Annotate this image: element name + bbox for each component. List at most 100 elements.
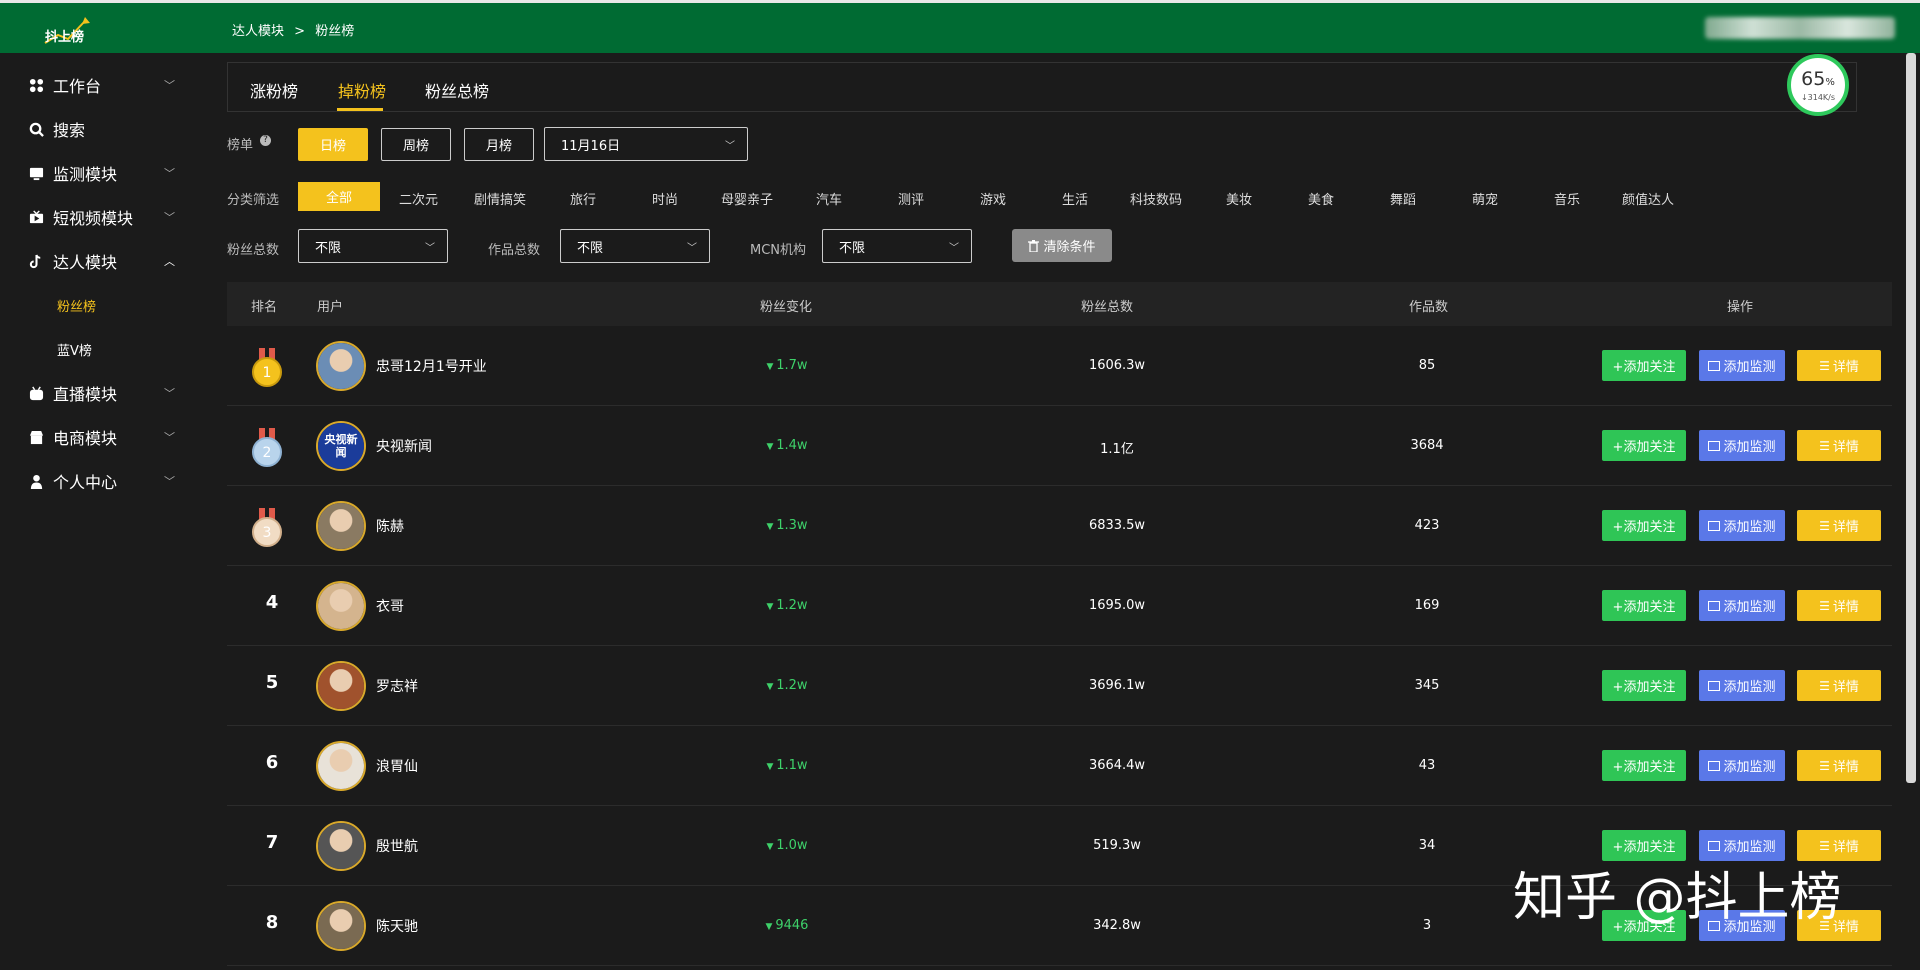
image-monitor-icon <box>1708 600 1721 611</box>
category-item[interactable]: 美妆 <box>1226 189 1252 208</box>
category-item[interactable]: 旅行 <box>570 189 596 208</box>
works-count: 169 <box>1414 598 1440 613</box>
top-bar: 抖上榜 达人模块 > 粉丝榜 <box>0 0 1920 53</box>
add-follow-button[interactable]: +添加关注 <box>1602 750 1686 781</box>
avatar[interactable]: 央视新闻 <box>316 421 366 471</box>
mcn-select[interactable]: 不限 ﹀ <box>822 229 972 263</box>
add-monitor-button[interactable]: 添加监测 <box>1699 510 1785 541</box>
table-header: 排名 用户 粉丝变化 粉丝总数 作品数 操作 <box>227 282 1892 326</box>
period-weekly-button[interactable]: 周榜 <box>381 128 451 161</box>
clear-filters-button[interactable]: 清除条件 <box>1012 229 1112 262</box>
fans-total: 3696.1w <box>1088 678 1146 693</box>
user-info-blurred[interactable] <box>1705 17 1895 39</box>
add-follow-button[interactable]: +添加关注 <box>1602 430 1686 461</box>
help-icon[interactable]: ? <box>260 135 271 146</box>
avatar[interactable] <box>316 501 366 551</box>
user-name[interactable]: 陈赫 <box>376 516 404 536</box>
sidebar-item-personal-center[interactable]: 个人中心 ﹀ <box>0 459 205 503</box>
add-monitor-button[interactable]: 添加监测 <box>1699 430 1785 461</box>
user-name[interactable]: 陈天驰 <box>376 916 418 936</box>
header-fans-total: 粉丝总数 <box>1081 300 1134 315</box>
add-monitor-label: 添加监测 <box>1723 600 1776 615</box>
sidebar-item-live[interactable]: 直播模块 ﹀ <box>0 371 205 415</box>
detail-button[interactable]: ☰ 详情 <box>1797 590 1881 621</box>
fans-change: ▼ 1.1w <box>737 758 837 773</box>
tab-fans-total[interactable]: 粉丝总榜 <box>425 78 489 102</box>
user-name[interactable]: 浪胃仙 <box>376 756 418 776</box>
category-item[interactable]: 颜值达人 <box>1622 189 1674 208</box>
add-monitor-button[interactable]: 添加监测 <box>1699 670 1785 701</box>
tab-fans-gain[interactable]: 涨粉榜 <box>250 78 298 102</box>
detail-button[interactable]: ☰ 详情 <box>1797 750 1881 781</box>
user-name[interactable]: 罗志祥 <box>376 676 418 696</box>
sidebar-item-influencer[interactable]: 达人模块 ︿ <box>0 239 205 283</box>
add-follow-button[interactable]: +添加关注 <box>1602 510 1686 541</box>
user-name[interactable]: 殷世航 <box>376 836 418 856</box>
fans-change: ▼ 9446 <box>737 918 837 933</box>
date-select[interactable]: 11月16日 ﹀ <box>544 127 748 161</box>
add-follow-button[interactable]: +添加关注 <box>1602 590 1686 621</box>
sidebar-item-ecommerce[interactable]: 电商模块 ﹀ <box>0 415 205 459</box>
user-name[interactable]: 衣哥 <box>376 596 404 616</box>
sidebar-item-short-video[interactable]: 短视频模块 ﹀ <box>0 195 205 239</box>
sidebar-item-label: 监测模块 <box>53 165 118 184</box>
add-monitor-button[interactable]: 添加监测 <box>1699 750 1785 781</box>
sidebar-item-workbench[interactable]: 工作台 ﹀ <box>0 63 205 107</box>
category-item[interactable]: 音乐 <box>1554 189 1580 208</box>
detail-button[interactable]: ☰ 详情 <box>1797 510 1881 541</box>
add-monitor-label: 添加监测 <box>1723 680 1776 695</box>
sidebar-subitem-bluev-rank[interactable]: 蓝V榜 <box>57 340 92 359</box>
category-item[interactable]: 汽车 <box>816 189 842 208</box>
rank-medal-icon: 3 <box>252 508 282 547</box>
avatar[interactable] <box>316 901 366 951</box>
add-follow-button[interactable]: +添加关注 <box>1602 350 1686 381</box>
category-item[interactable]: 游戏 <box>980 189 1006 208</box>
sidebar-subitem-fans-rank[interactable]: 粉丝榜 <box>57 296 96 315</box>
category-item[interactable]: 时尚 <box>652 189 678 208</box>
avatar[interactable] <box>316 661 366 711</box>
rank-number: 4 <box>265 592 279 613</box>
fans-total-select-value: 不限 <box>315 240 342 256</box>
category-item[interactable]: 生活 <box>1062 189 1088 208</box>
add-monitor-button[interactable]: 添加监测 <box>1699 350 1785 381</box>
user-name[interactable]: 忠哥12月1号开业 <box>376 356 487 376</box>
category-item[interactable]: 母婴亲子 <box>721 189 773 208</box>
avatar[interactable] <box>316 821 366 871</box>
list-icon: ☰ <box>1819 678 1830 693</box>
category-all-button[interactable]: 全部 <box>298 182 380 211</box>
page-scrollbar[interactable] <box>1906 53 1916 783</box>
works-count: 34 <box>1418 838 1436 853</box>
network-speed-widget[interactable]: 65% ↓314K/s <box>1787 54 1849 116</box>
add-monitor-label: 添加监测 <box>1723 360 1776 375</box>
user-name[interactable]: 央视新闻 <box>376 436 432 456</box>
works-total-select[interactable]: 不限 ﹀ <box>560 229 710 263</box>
category-item[interactable]: 剧情搞笑 <box>474 189 526 208</box>
detail-button[interactable]: ☰ 详情 <box>1797 350 1881 381</box>
table-row: 6 浪胃仙 ▼ 1.1w 3664.4w 43 +添加关注 添加监测 ☰ 详情 <box>227 726 1892 806</box>
category-item[interactable]: 萌宠 <box>1472 189 1498 208</box>
app-logo[interactable]: 抖上榜 <box>40 13 100 49</box>
category-item[interactable]: 二次元 <box>399 189 438 208</box>
period-daily-button[interactable]: 日榜 <box>298 128 368 161</box>
period-monthly-button[interactable]: 月榜 <box>464 128 534 161</box>
breadcrumb-parent[interactable]: 达人模块 <box>232 24 284 39</box>
category-item[interactable]: 美食 <box>1308 189 1334 208</box>
network-percent-unit: % <box>1825 76 1835 88</box>
tiktok-icon <box>29 254 41 268</box>
detail-button[interactable]: ☰ 详情 <box>1797 430 1881 461</box>
add-follow-button[interactable]: +添加关注 <box>1602 670 1686 701</box>
add-monitor-button[interactable]: 添加监测 <box>1699 590 1785 621</box>
avatar[interactable] <box>316 741 366 791</box>
sidebar-item-search[interactable]: 搜索 <box>0 107 205 151</box>
tab-fans-loss[interactable]: 掉粉榜 <box>338 78 386 102</box>
down-arrow-icon: ▼ <box>766 522 777 532</box>
category-item[interactable]: 科技数码 <box>1130 189 1182 208</box>
category-item[interactable]: 测评 <box>898 189 924 208</box>
fans-total-select[interactable]: 不限 ﹀ <box>298 229 448 263</box>
avatar[interactable] <box>316 581 366 631</box>
avatar[interactable] <box>316 341 366 391</box>
detail-button[interactable]: ☰ 详情 <box>1797 670 1881 701</box>
category-item[interactable]: 舞蹈 <box>1390 189 1416 208</box>
sidebar-item-monitor[interactable]: 监测模块 ﹀ <box>0 151 205 195</box>
clear-filters-label: 清除条件 <box>1043 240 1096 255</box>
